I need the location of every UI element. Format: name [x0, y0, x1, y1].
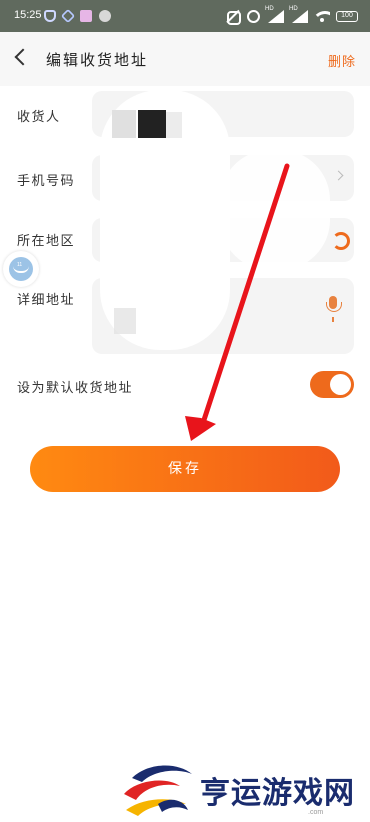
watermark-text: 亨运游戏网 — [200, 776, 355, 811]
phone-label: 手机号码 — [17, 174, 76, 189]
page-title: 编辑收货地址 — [46, 51, 149, 69]
system-status-icons: HD HD 100 — [225, 6, 358, 25]
redacted-block-gray-3 — [114, 308, 136, 334]
redacted-block-black — [138, 110, 166, 138]
alarm-icon — [247, 9, 260, 23]
shield-notification-icon — [44, 10, 56, 22]
redacted-block-gray — [112, 110, 136, 138]
shopping-notification-icon — [80, 10, 92, 22]
save-button[interactable]: 保存 — [30, 446, 340, 492]
address-label: 详细地址 — [17, 293, 76, 308]
signal-icon: HD — [265, 6, 284, 23]
status-time: 15:25 — [14, 9, 42, 21]
mute-icon — [225, 9, 241, 25]
wifi-icon — [314, 10, 330, 22]
status-bar: 15:25 HD HD 100 — [0, 0, 370, 32]
location-icon[interactable] — [332, 232, 350, 250]
annotation-arrow-head — [185, 416, 216, 441]
signal-hd-label-2: HD — [289, 6, 298, 12]
signal-hd-label: HD — [265, 6, 274, 12]
signal-icon-2: HD — [289, 6, 308, 23]
default-address-label: 设为默认收货地址 — [17, 381, 134, 396]
microphone-stand — [332, 317, 334, 322]
privacy-blur-overlay-2 — [220, 150, 330, 270]
more-notifications-icon — [99, 10, 111, 22]
assistant-face-icon — [9, 257, 33, 281]
chevron-right-icon — [333, 170, 344, 181]
bubble-label: 11 — [17, 262, 23, 268]
toggle-knob — [330, 374, 351, 395]
battery-icon: 100 — [336, 10, 358, 22]
default-address-toggle[interactable] — [310, 371, 354, 398]
redacted-block-gray-2 — [166, 112, 182, 138]
microphone-icon[interactable] — [326, 296, 342, 318]
app-header: 编辑收货地址 删除 — [0, 32, 370, 86]
floating-assistant-bubble[interactable]: 11 — [3, 251, 39, 287]
back-arrow-icon[interactable] — [14, 48, 32, 66]
recipient-label: 收货人 — [17, 110, 61, 125]
site-watermark: 亨运游戏网 .com — [118, 760, 370, 822]
region-label: 所在地区 — [17, 234, 76, 249]
watermark-logo-icon — [124, 765, 192, 816]
delete-button[interactable]: 删除 — [328, 51, 356, 70]
watermark-subtext: .com — [308, 809, 324, 816]
app-notification-icon — [60, 8, 76, 24]
